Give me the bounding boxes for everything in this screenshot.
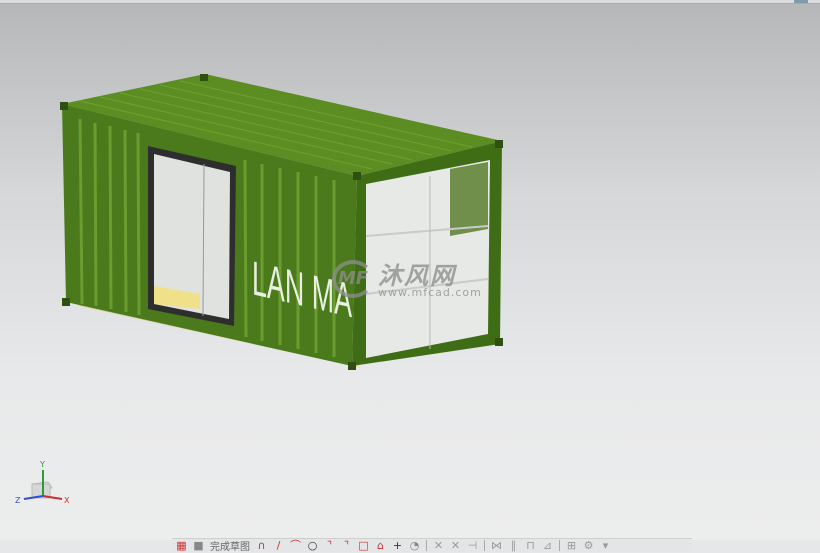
chamfer-icon[interactable]: ⌝ — [341, 540, 352, 551]
toolbar-separator — [426, 540, 427, 551]
finish-sketch-icon[interactable]: ■ — [193, 540, 204, 551]
offset-icon[interactable]: ◔ — [409, 540, 420, 551]
extend-icon[interactable]: ✕ — [450, 540, 461, 551]
display-icon[interactable]: ⊞ — [566, 540, 577, 551]
profile-icon[interactable]: ∩ — [256, 540, 267, 551]
rectangle-icon[interactable]: □ — [358, 540, 369, 551]
settings-icon[interactable]: ⚙ — [583, 540, 594, 551]
polygon-icon[interactable]: ⌂ — [375, 540, 386, 551]
line-icon[interactable]: / — [273, 540, 284, 551]
trim-icon[interactable]: ✕ — [433, 540, 444, 551]
constraint-icon[interactable]: ∥ — [508, 540, 519, 551]
sketch-icon[interactable]: ▦ — [176, 540, 187, 551]
watermark: MF 沐风网 www.mfcad.com — [330, 256, 500, 301]
circle-icon[interactable]: ○ — [307, 540, 318, 551]
toolbar-separator — [484, 540, 485, 551]
y-label: Y — [39, 460, 45, 469]
mirror-icon[interactable]: ⋈ — [491, 540, 502, 551]
dimension-icon[interactable]: ⊓ — [525, 540, 536, 551]
finish-sketch-button[interactable]: 完成草图 — [210, 538, 250, 553]
z-label: Z — [15, 496, 21, 505]
graphics-viewport[interactable]: LAN MA MF 沐风网 www.mfcad.com Y X Z — [0, 4, 820, 540]
toolbar-separator — [559, 540, 560, 551]
watermark-url: www.mfcad.com — [378, 286, 482, 299]
x-label: X — [64, 496, 70, 505]
watermark-logo: MF — [332, 260, 374, 298]
more-icon[interactable]: ▾ — [600, 540, 611, 551]
fillet-icon[interactable]: ⌝ — [324, 540, 335, 551]
point-icon[interactable]: + — [392, 540, 403, 551]
axis-triad: Y X Z — [15, 460, 70, 505]
corner-icon[interactable]: ⊣ — [467, 540, 478, 551]
sketch-toolbar: ▦ ■ 完成草图 ∩ / ⌒ ○ ⌝ ⌝ □ ⌂ + ◔ ✕ ✕ ⊣ ⋈ ∥ ⊓… — [172, 538, 692, 553]
arc-icon[interactable]: ⌒ — [290, 540, 301, 551]
relation-icon[interactable]: ⊿ — [542, 540, 553, 551]
window-control-button[interactable] — [794, 0, 808, 3]
